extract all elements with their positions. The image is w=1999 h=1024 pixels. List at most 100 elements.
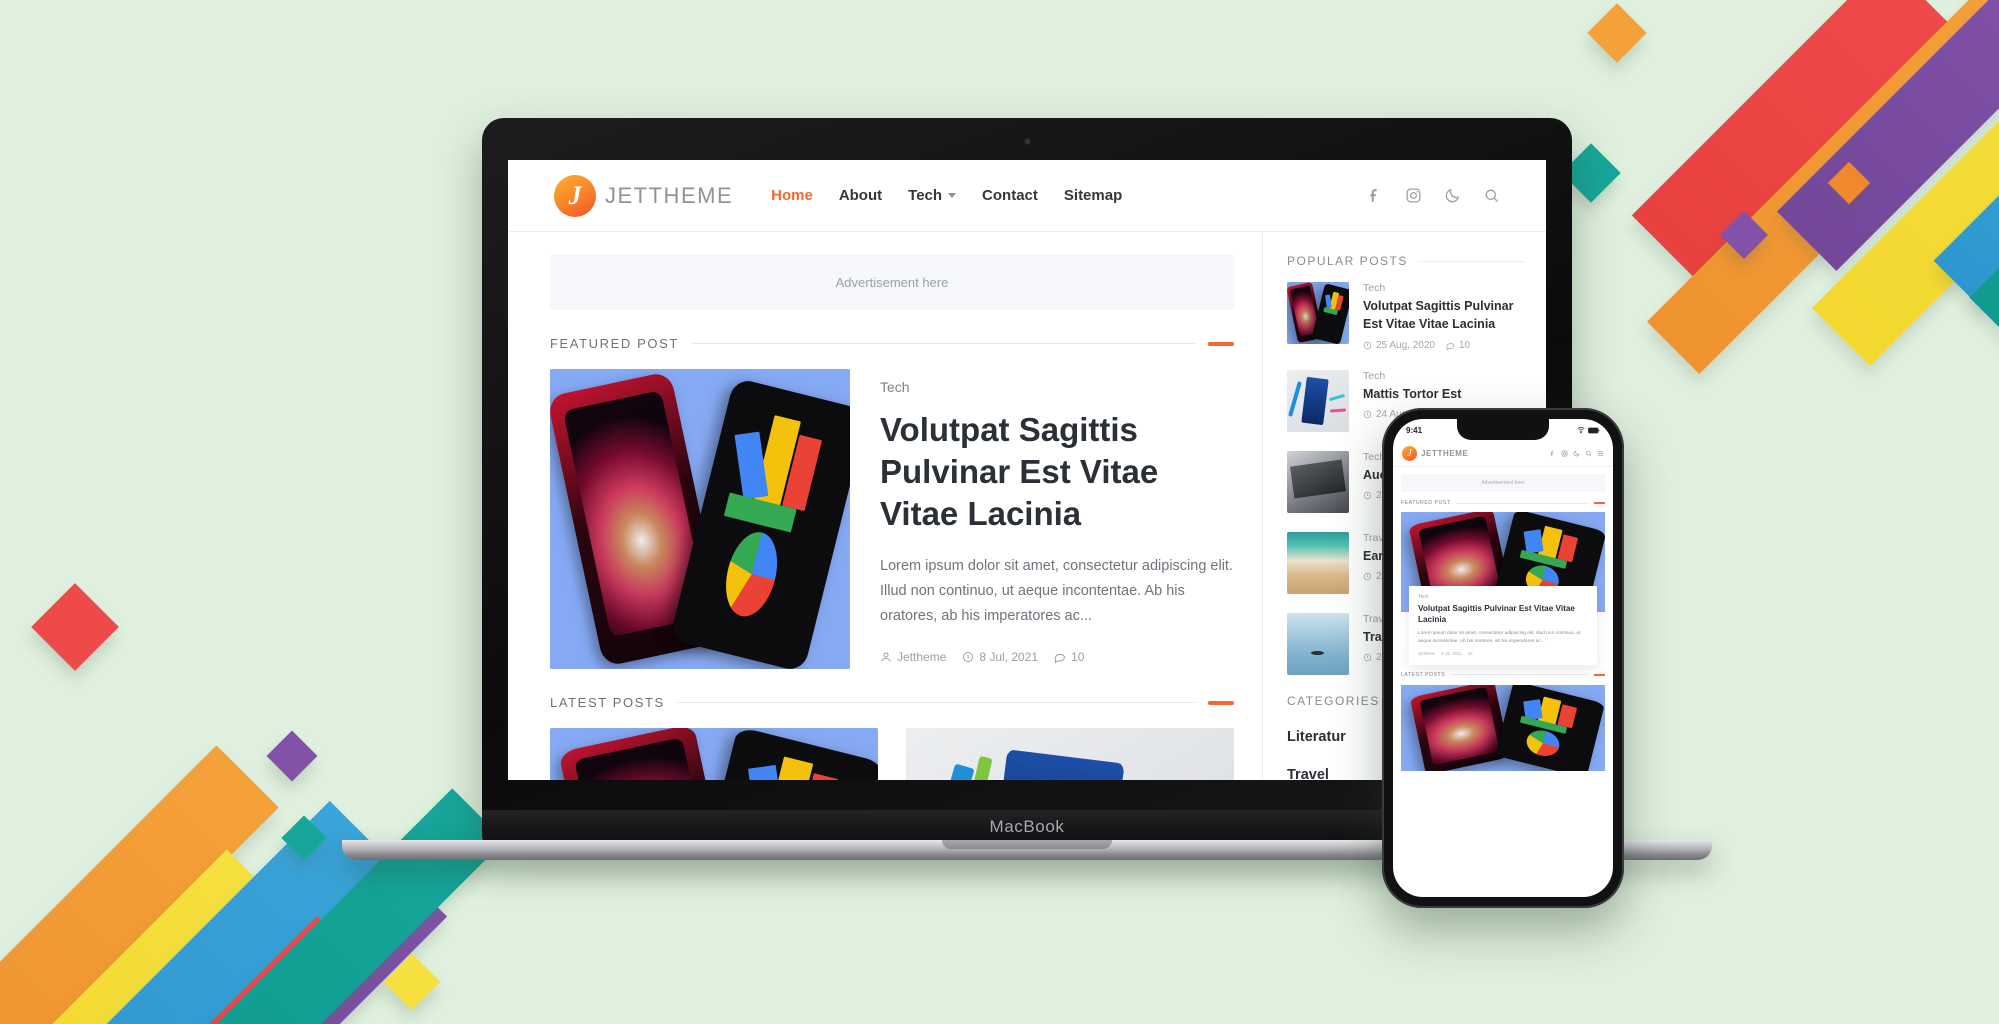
phones-artwork — [550, 728, 878, 780]
iphone-red-artwork — [558, 728, 732, 780]
advertisement-slot[interactable]: Advertisement here — [550, 254, 1234, 310]
featured-post-excerpt: Lorem ipsum dolor sit amet, consectetur … — [880, 557, 1233, 625]
comments-meta: 10 — [1054, 650, 1084, 664]
advertisement-label: Advertisement here — [835, 274, 949, 290]
popular-post-category[interactable]: Tech — [1363, 370, 1524, 382]
latest-post-image[interactable] — [906, 728, 1234, 780]
clock-icon — [1363, 411, 1372, 419]
featured-post-title[interactable]: Volutpat Sagittis Pulvinar Est Vitae Vit… — [880, 409, 1234, 536]
advertisement-slot[interactable]: Advertisement here — [1401, 474, 1605, 492]
instagram-icon[interactable] — [1405, 187, 1422, 204]
latest-post-image[interactable] — [1401, 684, 1605, 771]
nav-label: Tech — [908, 187, 943, 204]
section-title: FEATURED POST — [1401, 500, 1451, 506]
pixel-phone-artwork — [1495, 684, 1605, 771]
section-rule — [1417, 260, 1524, 262]
popular-post-title[interactable]: Volutpat Sagittis Pulvinar Est Vitae Vit… — [1363, 298, 1524, 334]
pen-artwork — [1288, 380, 1302, 417]
chevron-down-icon — [948, 193, 957, 198]
brand-logo[interactable]: J JETTHEME — [554, 174, 733, 217]
comments-meta: 10 — [1446, 340, 1470, 351]
google-logo-artwork — [716, 748, 862, 780]
section-accent-bar — [1594, 673, 1605, 676]
popular-post-thumbnail[interactable] — [1287, 369, 1349, 432]
featured-post-section-header: FEATURED POST — [1401, 500, 1605, 506]
search-icon[interactable] — [1483, 187, 1500, 204]
popular-post-category[interactable]: Tech — [1363, 282, 1524, 294]
ribbon-yellow-bl — [0, 849, 274, 1024]
post-date: 8 Jul, 2021 — [1441, 650, 1462, 656]
ribbon-blue-tr — [1933, 48, 1999, 308]
popular-post-meta: 25 Aug, 2020 10 — [1363, 340, 1524, 351]
featured-post-image[interactable] — [550, 369, 850, 669]
instagram-icon[interactable] — [1561, 450, 1568, 457]
author-name: Jettheme — [1418, 650, 1436, 656]
nav-label: About — [838, 187, 883, 204]
facebook-icon[interactable] — [1366, 187, 1383, 204]
status-time: 9:41 — [1406, 425, 1423, 435]
section-rule — [1455, 502, 1589, 504]
advertisement-label: Advertisement here — [1481, 480, 1525, 486]
nav-item-tech[interactable]: Tech — [908, 187, 957, 204]
section-title: FEATURED POST — [550, 336, 679, 351]
comment-count: 10 — [1458, 339, 1471, 351]
search-icon[interactable] — [1585, 450, 1592, 457]
hamburger-menu-icon[interactable] — [1597, 450, 1604, 457]
pixel-phone-artwork — [1311, 283, 1349, 344]
iphone-header-icon-group — [1549, 450, 1604, 457]
latest-post-card[interactable] — [550, 728, 878, 780]
nav-label: Sitemap — [1063, 187, 1123, 204]
nav-item-home[interactable]: Home — [771, 187, 813, 204]
dark-mode-moon-icon[interactable] — [1444, 187, 1461, 204]
facebook-icon[interactable] — [1549, 450, 1556, 457]
iphone-notch — [1457, 419, 1549, 440]
phones-artwork — [1401, 684, 1605, 771]
latest-post-image[interactable] — [550, 728, 878, 780]
ribbon-teal-bl — [169, 788, 505, 1024]
sea-artwork — [1287, 612, 1349, 675]
comment-count: 10 — [1071, 649, 1085, 664]
jettheme-logo-icon: J — [1402, 446, 1417, 461]
ribbon-red-bl — [133, 916, 361, 1024]
popular-post-thumbnail[interactable] — [1287, 282, 1349, 344]
section-title: LATEST POSTS — [550, 695, 665, 710]
diamond-orange-top — [1587, 3, 1647, 63]
phone-artwork — [1301, 376, 1330, 426]
clock-icon — [963, 651, 974, 662]
nav-item-about[interactable]: About — [839, 187, 882, 204]
clock-icon — [1363, 654, 1372, 662]
diamond-orange-tr2 — [1827, 161, 1871, 205]
status-indicators — [1577, 426, 1600, 434]
clock-icon — [1363, 492, 1372, 500]
popular-post-thumbnail[interactable] — [1287, 450, 1349, 513]
iphone-mockup: 9:41 J JETTHEME Advertisement here FEATU… — [1382, 408, 1624, 908]
webcam-icon — [1024, 138, 1031, 145]
clock-icon — [1363, 573, 1372, 581]
dark-mode-moon-icon[interactable] — [1573, 450, 1580, 457]
iphone-red-artwork — [1410, 684, 1511, 771]
date-meta: 8 Jul, 2021 — [962, 650, 1038, 664]
latest-post-card[interactable] — [906, 728, 1234, 780]
latest-posts-section-header: LATEST POSTS — [1401, 672, 1605, 678]
featured-post-category: Tech — [1418, 594, 1429, 600]
nav-item-contact[interactable]: Contact — [982, 187, 1038, 204]
ribbon-red-tr — [1631, 0, 1955, 284]
jettheme-logo-icon: J — [554, 174, 596, 217]
cable-artwork — [1330, 408, 1347, 413]
google-logo-artwork — [1316, 290, 1348, 339]
iphone-site-header: J JETTHEME — [1393, 441, 1613, 467]
popular-post-thumbnail[interactable] — [1287, 612, 1349, 675]
popular-post-title[interactable]: Mattis Tortor Est — [1363, 386, 1524, 404]
section-rule — [1450, 674, 1589, 676]
section-rule — [676, 702, 1196, 703]
section-title: CATEGORIES — [1287, 693, 1380, 708]
latest-posts-grid — [550, 728, 1234, 780]
comment-icon — [1054, 653, 1066, 663]
featured-post-meta: Jettheme 8 Jul, 2021 10 — [880, 650, 1234, 664]
featured-post-category[interactable]: Tech — [880, 379, 1234, 395]
popular-post-thumbnail[interactable] — [1287, 531, 1349, 594]
section-accent-bar — [1208, 700, 1234, 705]
featured-post-card[interactable]: Tech Volutpat Sagittis Pulvinar Est Vita… — [1409, 586, 1597, 665]
nav-item-sitemap[interactable]: Sitemap — [1064, 187, 1122, 204]
popular-post-item[interactable]: Tech Volutpat Sagittis Pulvinar Est Vita… — [1287, 282, 1524, 351]
